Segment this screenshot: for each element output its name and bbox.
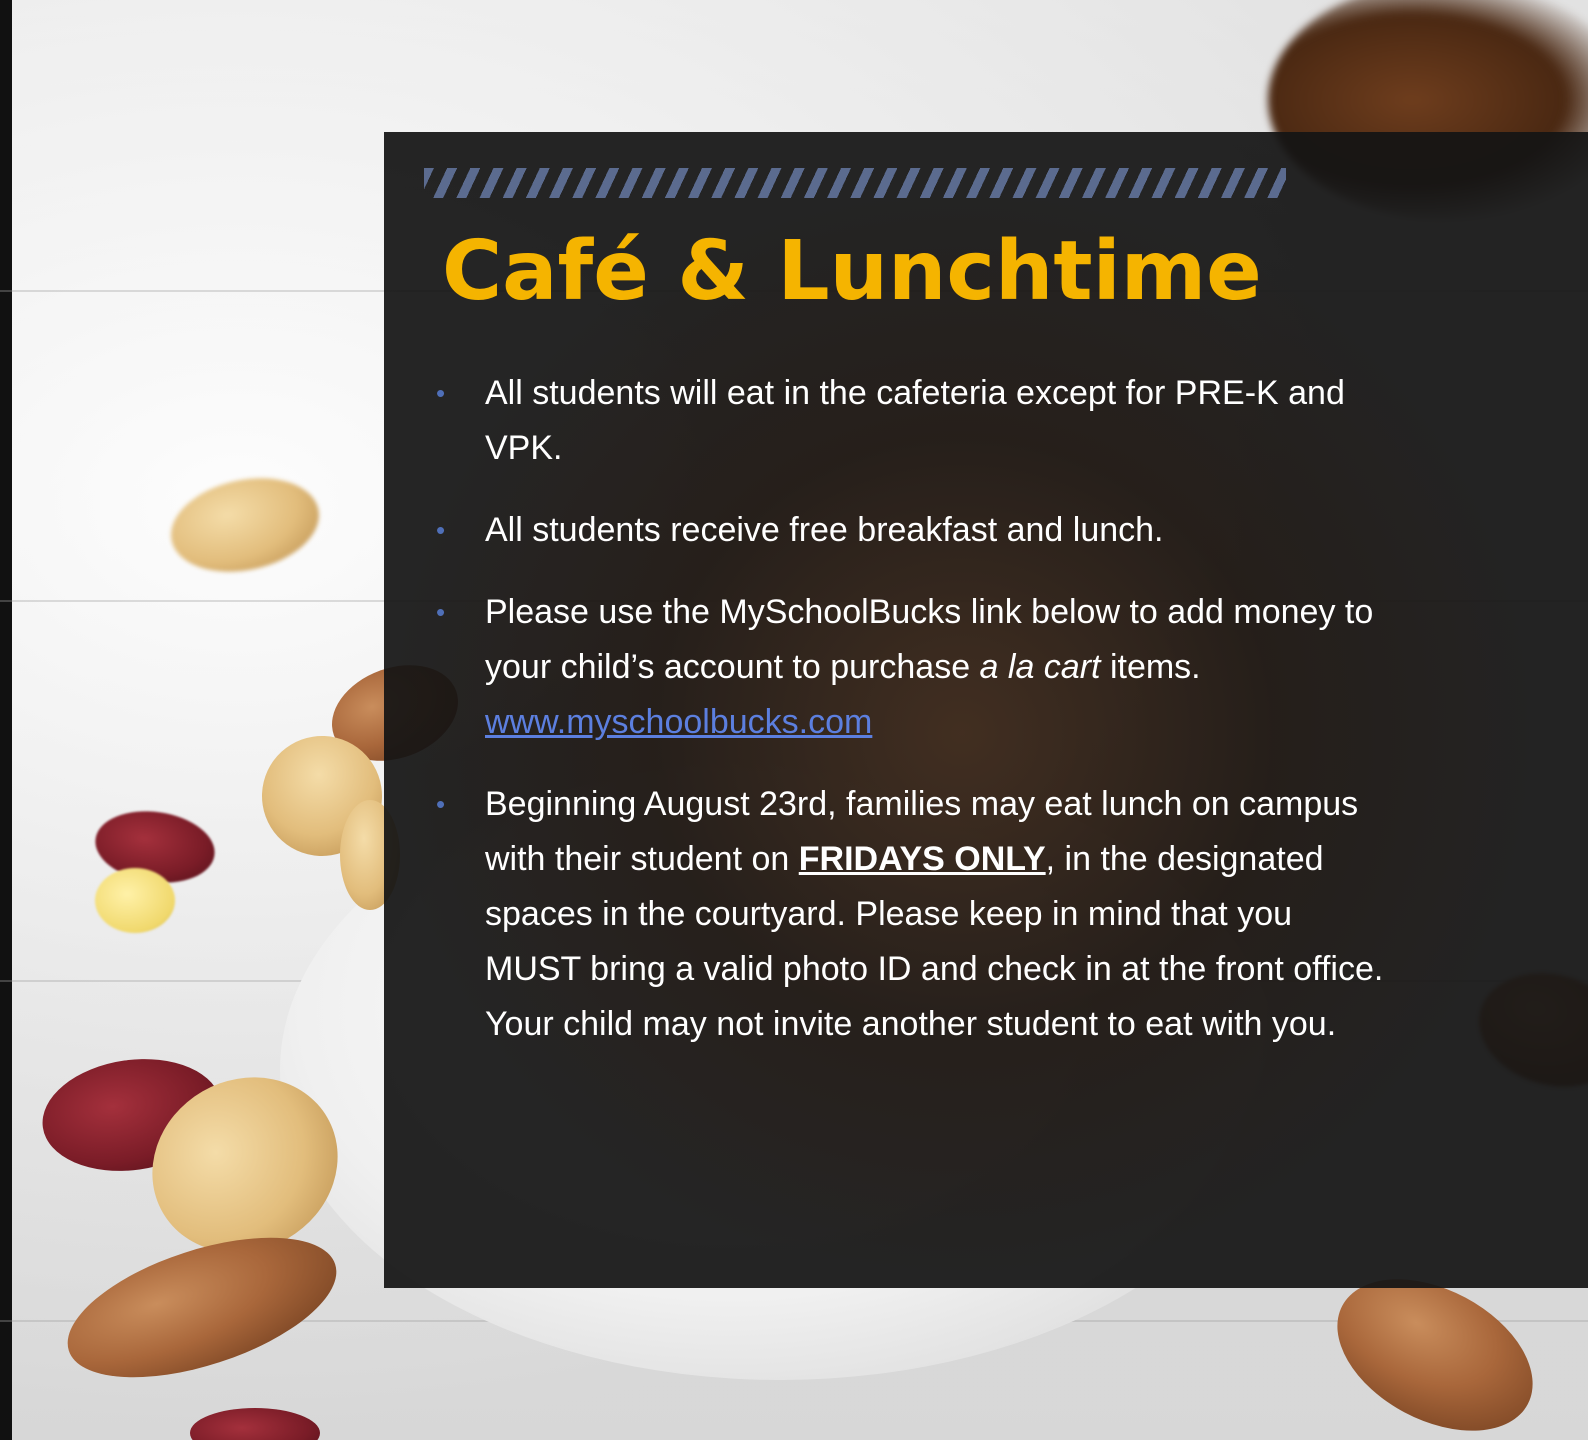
background-cranberry: [190, 1408, 320, 1440]
bullet-italic-text: a la cart: [979, 648, 1101, 686]
left-edge-bar: [0, 0, 12, 1440]
bullet-item: • Beginning August 23rd, families may ea…: [436, 777, 1396, 1052]
bullet-list: • All students will eat in the cafeteria…: [436, 366, 1396, 1079]
bullet-dot-icon: •: [436, 789, 446, 819]
background-cashew: [162, 465, 328, 585]
bullet-dot-icon: •: [436, 597, 446, 627]
bullet-emphasis-text: FRIDAYS ONLY: [798, 840, 1046, 878]
hatched-bar-icon: [424, 168, 1286, 198]
bullet-item: • All students will eat in the cafeteria…: [436, 366, 1396, 476]
bullet-dot-icon: •: [436, 378, 446, 408]
bullet-text: items.: [1100, 648, 1201, 686]
slide: Café & Lunchtime • All students will eat…: [0, 0, 1588, 1440]
myschoolbucks-link[interactable]: www.myschoolbucks.com: [485, 703, 872, 741]
background-pineapple: [95, 868, 175, 933]
bullet-item: • All students receive free breakfast an…: [436, 503, 1396, 558]
bullet-text: All students will eat in the cafeteria e…: [485, 374, 1345, 467]
bullet-text: Please use the MySchoolBucks link below …: [485, 593, 1374, 686]
bullet-dot-icon: •: [436, 515, 446, 545]
slide-title: Café & Lunchtime: [442, 224, 1262, 319]
bullet-item: • Please use the MySchoolBucks link belo…: [436, 585, 1396, 750]
bullet-text: All students receive free breakfast and …: [485, 511, 1164, 549]
